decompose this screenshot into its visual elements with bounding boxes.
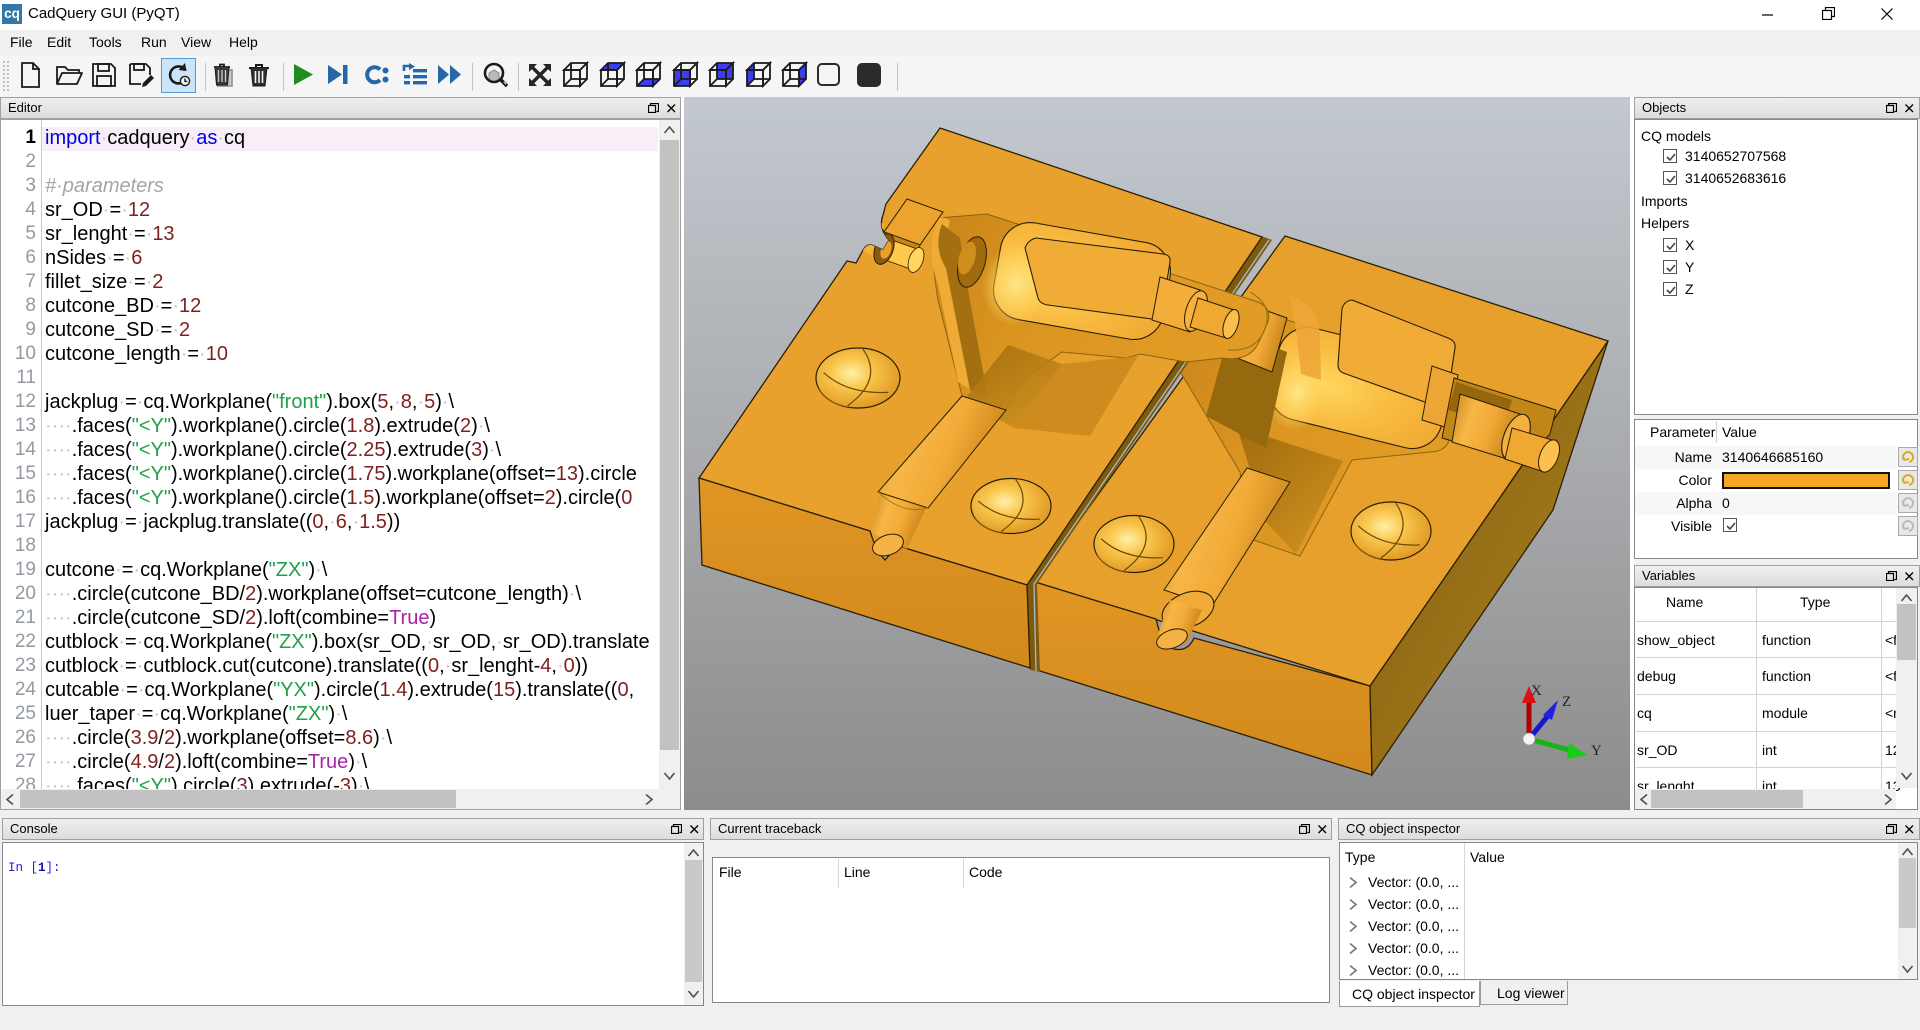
svg-text:Y: Y	[1591, 743, 1602, 759]
svg-text:Z: Z	[1562, 694, 1571, 710]
svg-text:X: X	[1531, 683, 1542, 699]
